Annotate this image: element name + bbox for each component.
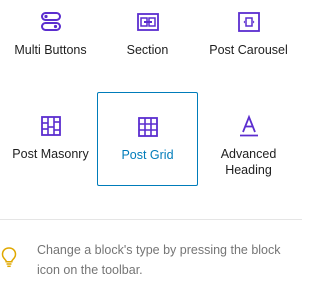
block-post-carousel[interactable]: Post Carousel bbox=[198, 0, 299, 76]
block-post-grid[interactable]: Post Grid bbox=[97, 92, 198, 186]
inserter-tip: Change a block's type by pressing the bl… bbox=[0, 238, 302, 283]
lightbulb-icon bbox=[1, 247, 17, 268]
block-label: Advanced Heading bbox=[220, 147, 277, 177]
block-multi-buttons[interactable]: Multi Buttons bbox=[0, 0, 101, 76]
block-section[interactable]: Section bbox=[97, 0, 198, 76]
masonry-icon bbox=[40, 116, 61, 136]
block-inserter-panel: Multi Buttons Section Post Carousel Post… bbox=[0, 0, 302, 285]
carousel-icon bbox=[237, 12, 260, 32]
block-label: Post Grid bbox=[121, 148, 174, 162]
block-label: Post Carousel bbox=[209, 43, 288, 57]
grid-icon bbox=[137, 117, 158, 137]
block-label: Multi Buttons bbox=[14, 43, 87, 57]
block-advanced-heading[interactable]: Advanced Heading bbox=[198, 92, 299, 192]
heading-icon bbox=[239, 114, 258, 137]
block-post-masonry[interactable]: Post Masonry bbox=[0, 92, 101, 186]
toggle-buttons-icon bbox=[40, 12, 61, 31]
tip-text: Change a block's type by pressing the bl… bbox=[37, 243, 281, 277]
section-icon bbox=[136, 13, 159, 31]
block-label: Post Masonry bbox=[12, 147, 89, 161]
divider bbox=[0, 219, 302, 220]
block-label: Section bbox=[126, 43, 169, 57]
block-grid: Multi Buttons Section Post Carousel Post… bbox=[0, 0, 302, 210]
